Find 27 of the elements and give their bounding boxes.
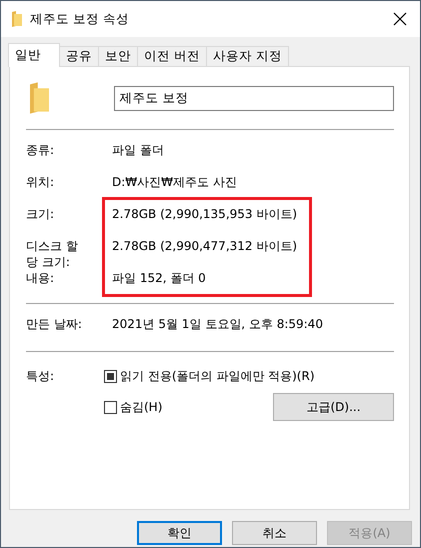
field-label: 내용:	[26, 270, 56, 286]
field-label: 종류:	[26, 142, 56, 158]
folder-icon	[30, 82, 50, 114]
folder-icon	[12, 11, 22, 27]
dialog-button[interactable]: 확인	[137, 521, 222, 545]
field-label: 위치:	[26, 174, 56, 190]
checkbox[interactable]	[104, 401, 117, 414]
field-label: 특성:	[26, 368, 56, 385]
advanced-button[interactable]: 고급(D)...	[273, 393, 394, 421]
checkbox-label[interactable]: 읽기 전용(폴더의 파일에만 적용)(R)	[120, 368, 315, 385]
field-value: 파일 폴더	[112, 142, 164, 158]
checkbox-label[interactable]: 숨김(H)	[120, 399, 162, 416]
field-label: 만든 날짜:	[26, 316, 83, 332]
field-label: 크기:	[26, 206, 56, 222]
field-value: 2.78GB (2,990,135,953 바이트)	[112, 206, 298, 222]
close-icon[interactable]	[392, 11, 408, 27]
tab[interactable]: 일반	[8, 43, 60, 67]
dialog-button[interactable]: 취소	[232, 521, 317, 545]
tab[interactable]: 사용자 지정	[206, 46, 289, 66]
name-field[interactable]: 제주도 보정	[114, 86, 394, 110]
field-value: 2021년 5월 1일 토요일, 오후 8:59:40	[112, 316, 323, 332]
field-value: 2.78GB (2,990,477,312 바이트)	[112, 238, 298, 254]
field-value: 파일 152, 폴더 0	[112, 270, 206, 286]
window-title: 제주도 보정 속성	[30, 10, 130, 28]
field-value: D:₩사진₩제주도 사진	[112, 174, 237, 190]
checkbox[interactable]	[104, 370, 117, 383]
field-label: 디스크 할당 크기:	[26, 238, 79, 270]
